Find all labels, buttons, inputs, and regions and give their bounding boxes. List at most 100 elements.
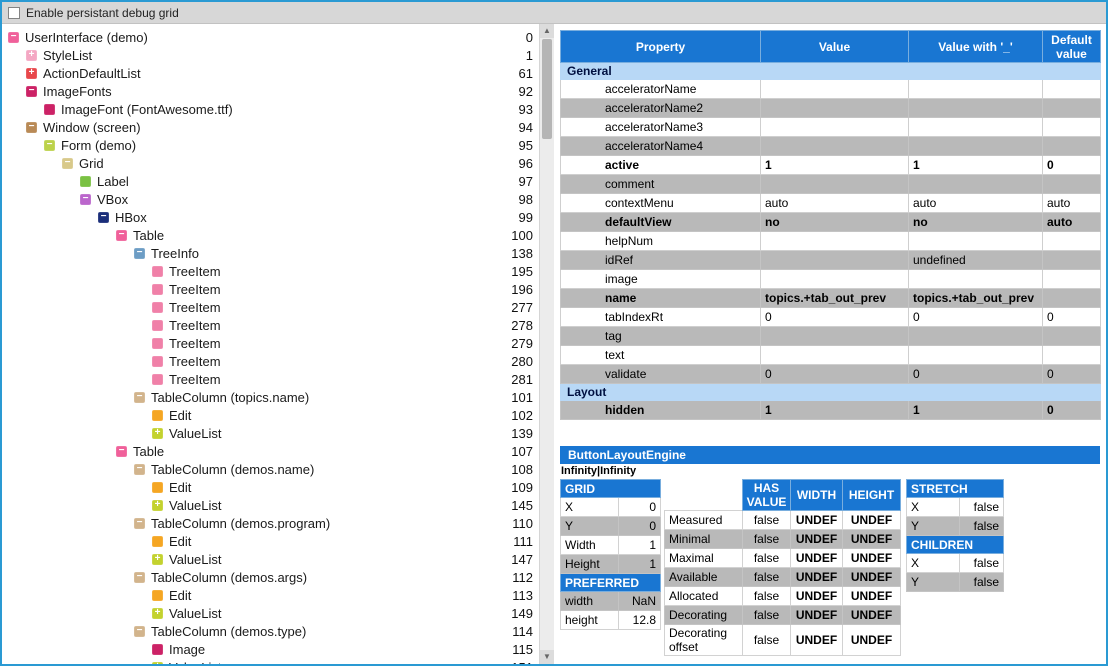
scroll-up-icon[interactable]: ▲ [540,24,554,38]
tree-item[interactable]: −TreeInfo138 [2,244,539,262]
property-row[interactable]: tabIndexRt000 [561,308,1101,327]
tree-item[interactable]: TreeItem278 [2,316,539,334]
tree-item-label: TreeItem [169,264,221,279]
expand-icon[interactable]: + [26,68,37,79]
collapse-icon[interactable]: − [134,572,145,583]
property-row[interactable]: hidden110 [561,401,1101,420]
collapse-icon[interactable]: − [134,392,145,403]
expand-icon[interactable]: + [152,500,163,511]
expand-icon[interactable]: + [152,608,163,619]
tree-item-id: 139 [511,426,539,441]
tree-item[interactable]: TreeItem195 [2,262,539,280]
property-section-row: General [561,63,1101,80]
collapse-icon[interactable]: − [134,626,145,637]
tree-item[interactable]: −Table107 [2,442,539,460]
tree-item[interactable]: Edit102 [2,406,539,424]
tree-item[interactable]: −TableColumn (demos.type)114 [2,622,539,640]
node-icon [80,176,91,187]
tree-item[interactable]: Edit113 [2,586,539,604]
metrics-table: HAS VALUEWIDTHHEIGHTMeasuredfalseUNDEFUN… [664,479,901,656]
tree-item[interactable]: +StyleList1 [2,46,539,64]
property-row[interactable]: validate000 [561,365,1101,384]
property-row[interactable]: comment [561,175,1101,194]
tree-item[interactable]: −VBox98 [2,190,539,208]
tree-item-id: 97 [519,174,539,189]
tree-item[interactable]: ImageFont (FontAwesome.ttf)93 [2,100,539,118]
expand-icon[interactable]: + [152,662,163,665]
tree-item[interactable]: +ValueList149 [2,604,539,622]
tree-item[interactable]: −Table100 [2,226,539,244]
tree-item[interactable]: −UserInterface (demo)0 [2,28,539,46]
collapse-icon[interactable]: − [8,32,19,43]
tree-item[interactable]: TreeItem277 [2,298,539,316]
tree-item-label: TableColumn (topics.name) [151,390,309,405]
property-row[interactable]: nametopics.+tab_out_prevtopics.+tab_out_… [561,289,1101,308]
tree-item-id: 1 [526,48,539,63]
property-row[interactable]: helpNum [561,232,1101,251]
tree-item[interactable]: Label97 [2,172,539,190]
scrollbar-track[interactable] [540,140,554,650]
tree-item[interactable]: −HBox99 [2,208,539,226]
tree-item-id: 110 [512,516,539,531]
property-row[interactable]: acceleratorName3 [561,118,1101,137]
property-row[interactable]: active110 [561,156,1101,175]
collapse-icon[interactable]: − [26,122,37,133]
tree-item[interactable]: −Form (demo)95 [2,136,539,154]
collapse-icon[interactable]: − [26,86,37,97]
property-row[interactable]: image [561,270,1101,289]
tree-item[interactable]: TreeItem280 [2,352,539,370]
property-row[interactable]: acceleratorName4 [561,137,1101,156]
property-row[interactable]: idRefundefined [561,251,1101,270]
tree-item[interactable]: Edit111 [2,532,539,550]
tree-item[interactable]: +ValueList147 [2,550,539,568]
tree-item[interactable]: Edit109 [2,478,539,496]
collapse-icon[interactable]: − [134,518,145,529]
mini-table-row: Yfalse [907,573,1004,592]
grid-preferred-table: GRIDX0Y0Width1Height1PREFERREDwidthNaNhe… [560,479,661,630]
tree-item[interactable]: −Window (screen)94 [2,118,539,136]
tree-item-id: 115 [512,642,539,657]
property-row[interactable]: tag [561,327,1101,346]
tree-item[interactable]: +ValueList145 [2,496,539,514]
expand-icon[interactable]: + [26,50,37,61]
collapse-icon[interactable]: − [134,248,145,259]
property-name: defaultView [561,213,761,232]
tree-item[interactable]: +ValueList139 [2,424,539,442]
tree-item[interactable]: −TableColumn (demos.name)108 [2,460,539,478]
property-value-underscore: undefined [909,251,1043,270]
debug-grid-checkbox[interactable] [8,7,20,19]
tree-item[interactable]: −TableColumn (demos.args)112 [2,568,539,586]
metric-width: UNDEF [791,625,843,656]
collapse-icon[interactable]: − [116,446,127,457]
collapse-icon[interactable]: − [98,212,109,223]
scrollbar-thumb[interactable] [542,39,552,139]
tree-item[interactable]: Image115 [2,640,539,658]
scroll-down-icon[interactable]: ▼ [540,650,554,664]
collapse-icon[interactable]: − [62,158,73,169]
expand-icon[interactable]: + [152,554,163,565]
collapse-icon[interactable]: − [134,464,145,475]
tree-item[interactable]: TreeItem279 [2,334,539,352]
tree-scrollbar[interactable]: ▲ ▼ [539,24,554,664]
node-icon [152,284,163,295]
tree-item[interactable]: −Grid96 [2,154,539,172]
property-row[interactable]: defaultViewnonoauto [561,213,1101,232]
tree-item[interactable]: +ActionDefaultList61 [2,64,539,82]
property-row[interactable]: acceleratorName [561,80,1101,99]
expand-icon[interactable]: + [152,428,163,439]
mini-table-row: Xfalse [907,498,1004,517]
collapse-icon[interactable]: − [80,194,91,205]
collapse-icon[interactable]: − [116,230,127,241]
property-row[interactable]: text [561,346,1101,365]
tree-item[interactable]: −ImageFonts92 [2,82,539,100]
tree-item[interactable]: −TableColumn (demos.program)110 [2,514,539,532]
collapse-icon[interactable]: − [44,140,55,151]
tree-item[interactable]: TreeItem196 [2,280,539,298]
property-row[interactable]: contextMenuautoautoauto [561,194,1101,213]
tree-item-id: 99 [519,210,539,225]
metric-width: UNDEF [791,549,843,568]
tree-item[interactable]: TreeItem281 [2,370,539,388]
tree-item[interactable]: +ValueList151 [2,658,539,664]
tree-item[interactable]: −TableColumn (topics.name)101 [2,388,539,406]
property-row[interactable]: acceleratorName2 [561,99,1101,118]
